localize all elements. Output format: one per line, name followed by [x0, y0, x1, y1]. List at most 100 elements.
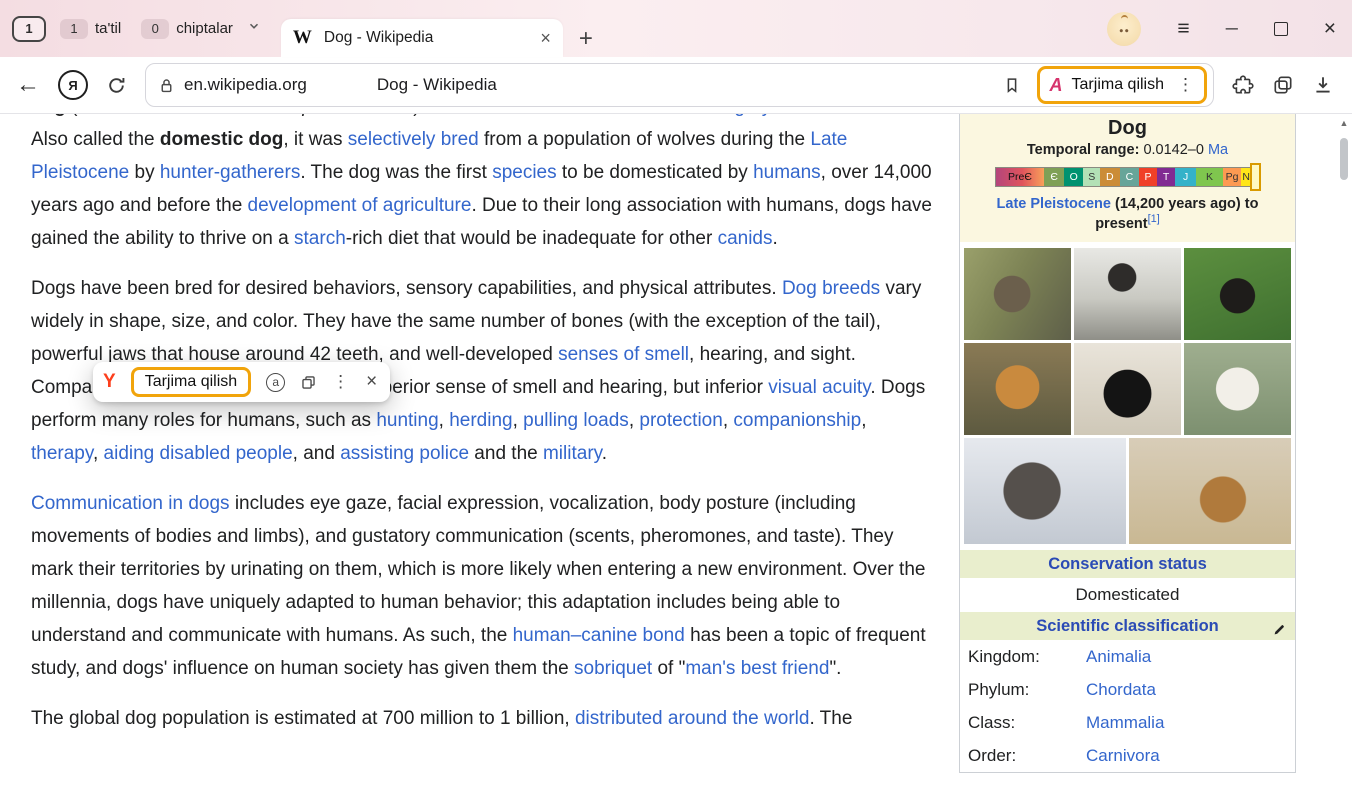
text-link[interactable]: protection [639, 410, 722, 431]
timeline-segment-D[interactable]: D [1100, 168, 1120, 186]
timeline-segment-PreЄ[interactable]: PreЄ [996, 168, 1045, 186]
taxonomy-value-link[interactable]: Animalia [1086, 647, 1151, 667]
extensions-icon[interactable] [1232, 74, 1254, 96]
dog-photo-1[interactable] [964, 248, 1071, 340]
text-link[interactable]: human–canine bond [513, 625, 685, 646]
tab-group[interactable]: 1 [12, 16, 46, 42]
dog-photo-3[interactable] [1184, 248, 1291, 340]
downloads-icon[interactable] [1312, 74, 1334, 96]
text-span: Dogs have been bred for desired behavior… [31, 278, 782, 299]
translate-control[interactable]: A Tarjima qilish ⋮ [1037, 66, 1207, 104]
popup-close-icon[interactable]: × [366, 371, 377, 393]
back-button[interactable]: ← [16, 71, 40, 99]
copy-icon[interactable] [300, 374, 317, 391]
text-link[interactable]: Late Pleistocene [997, 196, 1111, 212]
text-link[interactable]: gray wolf [734, 114, 810, 117]
dog-photo-6[interactable] [1184, 343, 1291, 435]
timeline-segment-T[interactable]: T [1157, 168, 1176, 186]
timeline-segment-J[interactable]: J [1175, 168, 1196, 186]
active-tab[interactable]: W Dog - Wikipedia × [281, 19, 563, 57]
scrollbar[interactable]: ▲ [1338, 118, 1350, 802]
text-span: ) is a domesticated descendant of the [413, 114, 734, 117]
dog-photo-8[interactable] [1129, 438, 1291, 544]
popup-menu-icon[interactable]: ⋮ [332, 372, 349, 392]
timeline-segment-P[interactable]: P [1139, 168, 1157, 186]
text-link[interactable]: herding [449, 410, 512, 431]
text-link[interactable]: distributed around the world [575, 708, 809, 729]
yandex-home-button[interactable]: Я [58, 70, 88, 100]
taxonomy-rank: Class: [968, 713, 1086, 733]
taxonomy-value-link[interactable]: Carnivora [1086, 746, 1160, 766]
scrollbar-thumb[interactable] [1340, 138, 1348, 180]
dog-photo-7[interactable] [964, 438, 1126, 544]
text-link[interactable]: canids [718, 228, 773, 249]
translate-menu-icon[interactable]: ⋮ [1177, 75, 1194, 95]
edit-icon[interactable] [1272, 618, 1287, 646]
text-link[interactable]: senses of smell [558, 344, 689, 365]
url-domain[interactable]: en.wikipedia.org [184, 75, 307, 95]
text-span: . The dog was the first [300, 162, 492, 183]
tab-group-count: 0 [141, 19, 169, 39]
text-span: by [129, 162, 160, 183]
text-link[interactable]: humans [753, 162, 821, 183]
timeline-segment-O[interactable]: O [1064, 168, 1084, 186]
tab-group[interactable]: 0 chiptalar [135, 16, 239, 42]
text-link[interactable]: assisting police [340, 443, 469, 464]
text-link[interactable]: Ma [1208, 142, 1228, 158]
popup-translate-button[interactable]: Tarjima qilish [131, 367, 251, 397]
tab-close-icon[interactable]: × [540, 28, 551, 49]
minimize-button[interactable]: ─ [1226, 19, 1238, 39]
text-link[interactable]: species [492, 162, 556, 183]
refresh-button[interactable] [106, 75, 127, 96]
tab-groups-chevron-icon[interactable] [247, 19, 261, 38]
timeline-segment-Є[interactable]: Є [1044, 168, 1064, 186]
tab-group-label: ta'til [95, 20, 121, 37]
conservation-status-header[interactable]: Conservation status [960, 550, 1295, 578]
timeline-segment-K[interactable]: K [1196, 168, 1223, 186]
timeline-segment-C[interactable]: C [1120, 168, 1140, 186]
text-span: , [513, 410, 524, 431]
classification-header[interactable]: Scientific classification [1036, 617, 1218, 635]
text-link[interactable]: sobriquet [574, 658, 652, 679]
dog-photo-4[interactable] [964, 343, 1071, 435]
text-link[interactable]: hunting [376, 410, 438, 431]
text-link[interactable]: military [543, 443, 602, 464]
dog-photo-2[interactable] [1074, 248, 1181, 340]
clipped-first-line: dog (Canis familiaris or Canis lupus fam… [31, 114, 933, 123]
text-link[interactable]: Dog breeds [782, 278, 880, 299]
read-aloud-icon[interactable]: a [266, 373, 285, 392]
text-link[interactable]: man's best friend [685, 658, 829, 679]
timeline-segment-Pg[interactable]: Pg [1223, 168, 1241, 186]
dog-photo-5[interactable] [1074, 343, 1181, 435]
scrollbar-up-icon[interactable]: ▲ [1338, 118, 1350, 128]
text-link[interactable]: starch [294, 228, 346, 249]
timeline-segment-S[interactable]: S [1083, 168, 1100, 186]
text-link[interactable]: Communication in dogs [31, 493, 230, 514]
taxonomy-rank: Phylum: [968, 680, 1086, 700]
text-link[interactable]: companionship [733, 410, 861, 431]
text-link[interactable]: selectively bred [348, 129, 479, 150]
text-link[interactable]: development of agriculture [248, 195, 472, 216]
text-link[interactable]: aiding disabled people [104, 443, 293, 464]
text-link[interactable]: hunter-gatherers [160, 162, 300, 183]
taxonomy-value-link[interactable]: Mammalia [1086, 713, 1164, 733]
selection-popup: Y Tarjima qilish a ⋮ × [93, 362, 390, 402]
close-window-button[interactable]: × [1324, 17, 1336, 41]
text-link[interactable]: therapy [31, 443, 93, 464]
text-span: from a population of wolves during the [479, 129, 811, 150]
taxonomy-value-link[interactable]: Chordata [1086, 680, 1156, 700]
profile-avatar[interactable] [1107, 12, 1141, 46]
text-span: -rich diet that would be inadequate for … [346, 228, 718, 249]
text-link[interactable]: visual acuity [768, 377, 870, 398]
new-tab-button[interactable]: + [579, 27, 593, 51]
tab-group-label: chiptalar [176, 20, 233, 37]
tab-group[interactable]: 1ta'til [54, 16, 127, 42]
browser-menu-icon[interactable]: ≡ [1177, 17, 1189, 41]
text-span: [1] [1148, 213, 1160, 225]
address-bar[interactable]: en.wikipedia.org Dog - Wikipedia A Tarji… [145, 63, 1214, 107]
bookmark-icon[interactable] [1003, 76, 1021, 94]
side-panels-icon[interactable] [1272, 74, 1294, 96]
maximize-button[interactable] [1274, 22, 1288, 36]
yandex-logo-icon[interactable]: Y [103, 371, 116, 393]
text-link[interactable]: pulling loads [523, 410, 629, 431]
